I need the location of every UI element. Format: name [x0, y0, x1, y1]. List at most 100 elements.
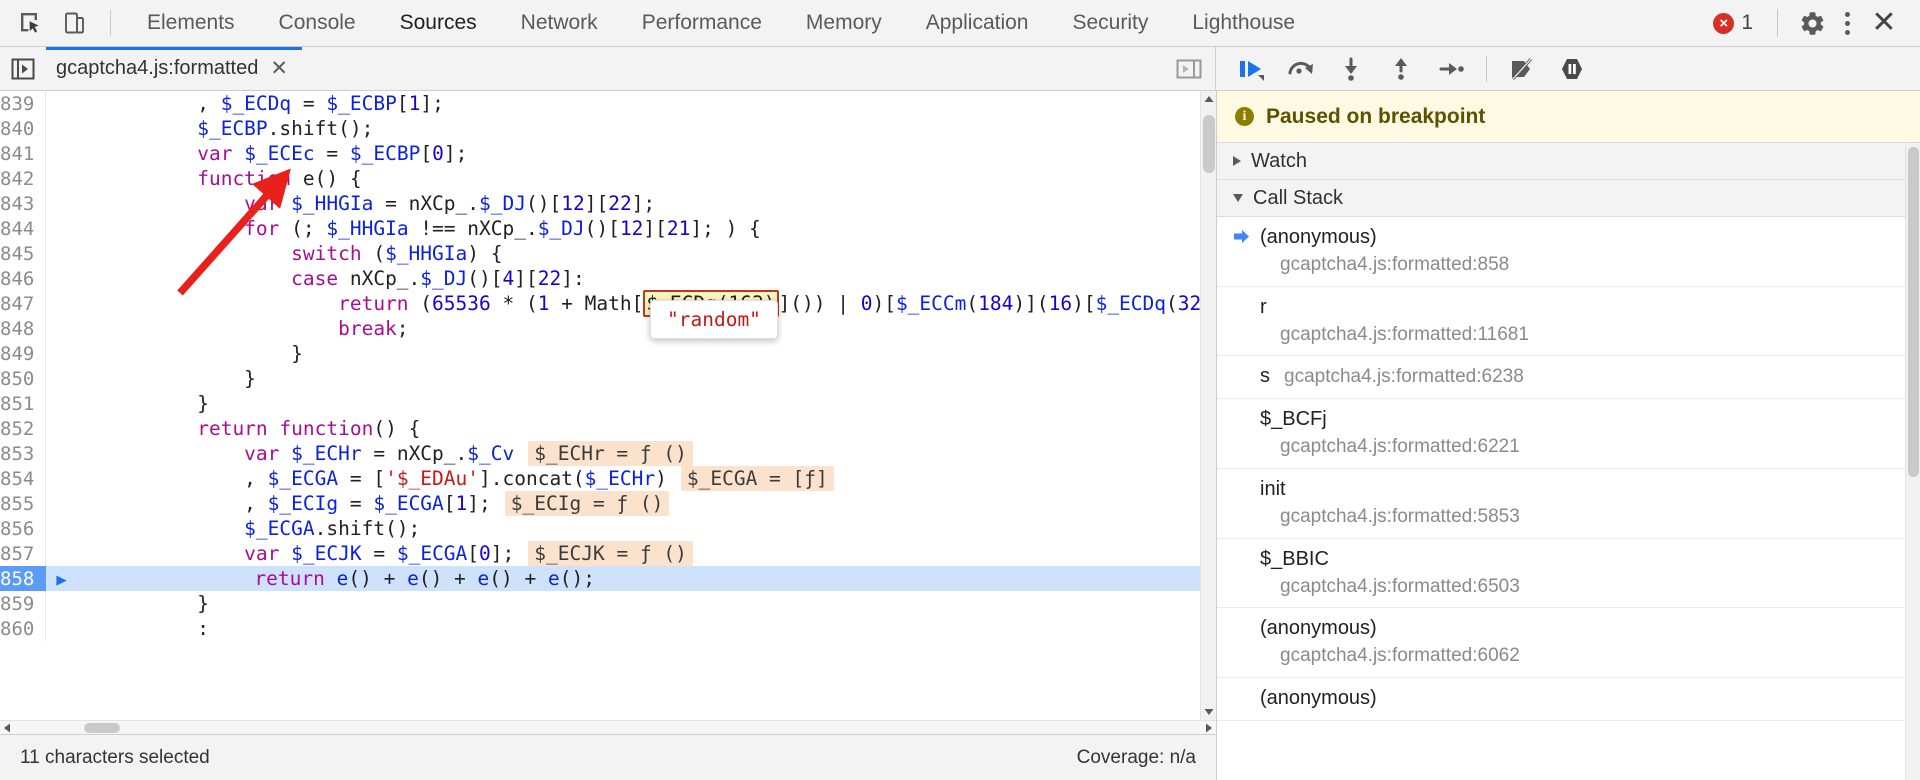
step-out-icon[interactable] [1378, 49, 1424, 89]
code-line-content[interactable]: function e() { [46, 166, 1216, 191]
code-line[interactable]: 842 function e() { [0, 166, 1216, 191]
tab-lighthouse[interactable]: Lighthouse [1170, 0, 1317, 46]
tab-elements[interactable]: Elements [125, 0, 257, 46]
line-number[interactable]: 856 [0, 516, 46, 541]
code-line[interactable]: 855 , $_ECIg = $_ECGA[1];$_ECIg = ƒ () [0, 491, 1216, 516]
code-line[interactable]: 848 break; [0, 316, 1216, 341]
step-into-icon[interactable] [1328, 49, 1374, 89]
debugger-vertical-scrollbar[interactable] [1905, 143, 1920, 780]
code-line[interactable]: 854 , $_ECGA = ['$_EDAu'].concat($_ECHr)… [0, 466, 1216, 491]
show-debugger-icon[interactable] [1175, 57, 1215, 81]
scroll-down-arrow[interactable] [1201, 704, 1216, 720]
code-line-content[interactable]: return function() { [46, 416, 1216, 441]
code-line-content[interactable]: } [46, 591, 1216, 616]
tab-memory[interactable]: Memory [784, 0, 904, 46]
code-line[interactable]: 857 var $_ECJK = $_ECGA[0];$_ECJK = ƒ () [0, 541, 1216, 566]
code-line[interactable]: 850 } [0, 366, 1216, 391]
code-line-content[interactable]: } [46, 391, 1216, 416]
code-line[interactable]: 841 var $_ECEc = $_ECBP[0]; [0, 141, 1216, 166]
call-stack-frame-location[interactable]: gcaptcha4.js:formatted:5853 [1260, 504, 1904, 530]
code-line[interactable]: 851 } [0, 391, 1216, 416]
pause-on-exceptions-icon[interactable] [1549, 49, 1595, 89]
call-stack-frame[interactable]: sgcaptcha4.js:formatted:6238 [1217, 356, 1920, 399]
line-number[interactable]: 853 [0, 441, 46, 466]
code-line-content[interactable]: case nXCp_.$_DJ()[4][22]: [46, 266, 1216, 291]
line-number[interactable]: 840 [0, 116, 46, 141]
line-number[interactable]: 846 [0, 266, 46, 291]
editor-horizontal-scrollbar[interactable] [0, 720, 1216, 734]
code-line[interactable]: 858▶ return e() + e() + e() + e(); [0, 566, 1216, 591]
close-icon[interactable]: ✕ [1862, 3, 1906, 43]
code-line-content[interactable]: for (; $_HHGIa !== nXCp_.$_DJ()[12][21];… [46, 216, 1216, 241]
tab-sources[interactable]: Sources [378, 0, 499, 46]
line-number[interactable]: 859 [0, 591, 46, 616]
error-count-badge[interactable]: × 1 [1713, 11, 1753, 35]
gear-icon[interactable] [1792, 3, 1832, 43]
tab-network[interactable]: Network [499, 0, 620, 46]
call-stack-frame-location[interactable]: gcaptcha4.js:formatted:6238 [1284, 364, 1524, 390]
tab-security[interactable]: Security [1050, 0, 1170, 46]
line-number[interactable]: 857 [0, 541, 46, 566]
editor-vertical-scrollbar[interactable] [1200, 91, 1216, 720]
line-number[interactable]: 858 [0, 566, 46, 591]
call-stack-frame[interactable]: initgcaptcha4.js:formatted:5853 [1217, 469, 1920, 539]
debugger-vscroll-thumb[interactable] [1908, 147, 1919, 477]
call-stack-section-header[interactable]: Call Stack [1217, 180, 1920, 217]
call-stack-frame[interactable]: $_BBICgcaptcha4.js:formatted:6503 [1217, 539, 1920, 609]
code-line-content[interactable]: , $_ECDq = $_ECBP[1]; [46, 91, 1216, 116]
code-line[interactable]: 849 } [0, 341, 1216, 366]
file-tab-gcaptcha4[interactable]: gcaptcha4.js:formatted ✕ [46, 47, 302, 90]
tab-application[interactable]: Application [904, 0, 1051, 46]
code-line[interactable]: 847 return (65536 * (1 + Math[$_ECDq(163… [0, 291, 1216, 316]
code-line-content[interactable]: } [46, 366, 1216, 391]
code-line[interactable]: 856 $_ECGA.shift(); [0, 516, 1216, 541]
line-number[interactable]: 855 [0, 491, 46, 516]
code-line[interactable]: 840 $_ECBP.shift(); [0, 116, 1216, 141]
scroll-up-arrow[interactable] [1201, 91, 1216, 107]
show-navigator-icon[interactable] [0, 47, 46, 91]
resume-icon[interactable] [1228, 49, 1274, 89]
code-line-content[interactable]: switch ($_HHGIa) { [46, 241, 1216, 266]
step-over-icon[interactable] [1278, 49, 1324, 89]
scroll-left-arrow[interactable] [0, 721, 14, 735]
code-line-content[interactable]: , $_ECIg = $_ECGA[1];$_ECIg = ƒ () [46, 491, 1216, 516]
call-stack-frame[interactable]: rgcaptcha4.js:formatted:11681 [1217, 287, 1920, 357]
code-line[interactable]: 844 for (; $_HHGIa !== nXCp_.$_DJ()[12][… [0, 216, 1216, 241]
deactivate-breakpoints-icon[interactable] [1499, 49, 1545, 89]
code-line-content[interactable]: var $_ECEc = $_ECBP[0]; [46, 141, 1216, 166]
code-line[interactable]: 852 return function() { [0, 416, 1216, 441]
code-line-content[interactable]: var $_ECHr = nXCp_.$_Cv$_ECHr = ƒ () [46, 441, 1216, 466]
call-stack-frame[interactable]: (anonymous)gcaptcha4.js:formatted:858 [1217, 217, 1920, 287]
line-number[interactable]: 844 [0, 216, 46, 241]
line-number[interactable]: 841 [0, 141, 46, 166]
code-line[interactable]: 860 : [0, 616, 1216, 641]
code-line-content[interactable]: var $_ECJK = $_ECGA[0];$_ECJK = ƒ () [46, 541, 1216, 566]
close-icon[interactable]: ✕ [270, 58, 288, 79]
call-stack-frame-location[interactable]: gcaptcha4.js:formatted:6221 [1260, 434, 1904, 460]
line-number[interactable]: 850 [0, 366, 46, 391]
code-area[interactable]: 839 , $_ECDq = $_ECBP[1];840 $_ECBP.shif… [0, 91, 1216, 720]
line-number[interactable]: 842 [0, 166, 46, 191]
call-stack-frame-location[interactable]: gcaptcha4.js:formatted:6062 [1260, 643, 1904, 669]
code-line-content[interactable]: $_ECBP.shift(); [46, 116, 1216, 141]
code-line-content[interactable]: var $_HHGIa = nXCp_.$_DJ()[12][22]; [46, 191, 1216, 216]
line-number[interactable]: 839 [0, 91, 46, 116]
line-number[interactable]: 849 [0, 341, 46, 366]
code-line-content[interactable]: $_ECGA.shift(); [46, 516, 1216, 541]
code-line-content[interactable]: ▶ return e() + e() + e() + e(); [46, 566, 1216, 591]
code-line[interactable]: 839 , $_ECDq = $_ECBP[1]; [0, 91, 1216, 116]
call-stack-frame-location[interactable]: gcaptcha4.js:formatted:6503 [1260, 574, 1904, 600]
editor-vscroll-thumb[interactable] [1203, 115, 1215, 173]
line-number[interactable]: 845 [0, 241, 46, 266]
line-number[interactable]: 847 [0, 291, 46, 316]
line-number[interactable]: 848 [0, 316, 46, 341]
call-stack-frame[interactable]: $_BCFjgcaptcha4.js:formatted:6221 [1217, 399, 1920, 469]
code-line-content[interactable]: } [46, 341, 1216, 366]
code-line[interactable]: 843 var $_HHGIa = nXCp_.$_DJ()[12][22]; [0, 191, 1216, 216]
call-stack-frame[interactable]: (anonymous)gcaptcha4.js:formatted:6062 [1217, 608, 1920, 678]
code-line[interactable]: 845 switch ($_HHGIa) { [0, 241, 1216, 266]
line-number[interactable]: 851 [0, 391, 46, 416]
line-number[interactable]: 843 [0, 191, 46, 216]
inspect-element-icon[interactable] [8, 3, 52, 43]
tab-performance[interactable]: Performance [620, 0, 784, 46]
